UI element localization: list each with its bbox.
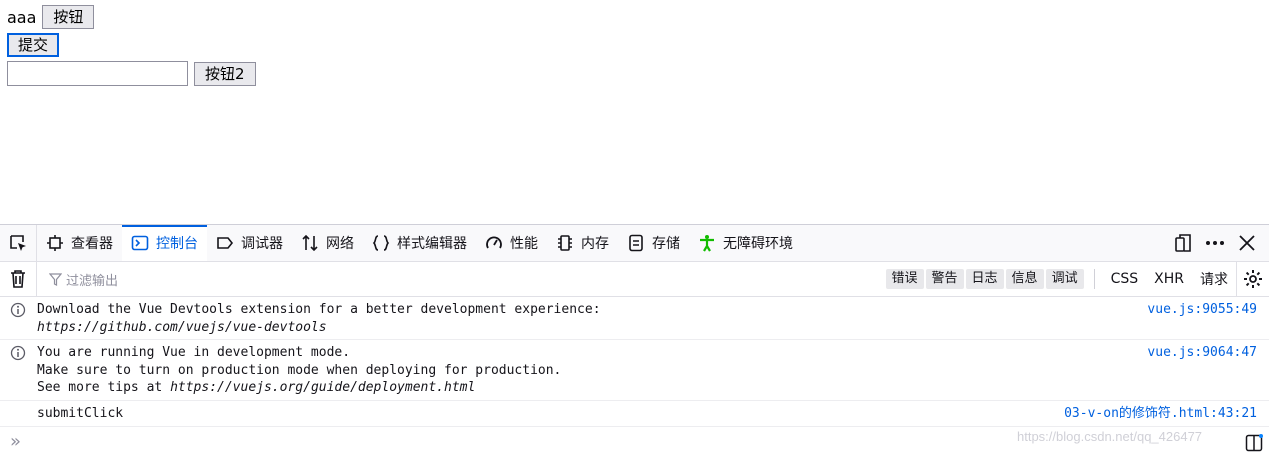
console-message: submitClick 03-v-on的修饰符.html:43:21 <box>0 401 1269 427</box>
text-aaa: aaa <box>7 8 36 27</box>
console-message: Download the Vue Devtools extension for … <box>0 297 1269 340</box>
devtools-toolbar: 查看器 控制台 调试器 网络 样式编辑器 性能 内存 存储 <box>0 225 1269 262</box>
tab-inspector[interactable]: 查看器 <box>37 225 122 261</box>
filter-warnings[interactable]: 警告 <box>926 269 964 289</box>
tab-performance[interactable]: 性能 <box>476 225 547 261</box>
info-icon <box>10 302 26 318</box>
tab-debugger[interactable]: 调试器 <box>207 225 292 261</box>
tab-label: 控制台 <box>156 233 198 253</box>
filter-css[interactable]: CSS <box>1103 271 1147 287</box>
web-page: aaa 按钮 提交 按钮2 <box>0 0 1269 224</box>
row-3: 按钮2 <box>7 61 256 86</box>
tab-label: 内存 <box>581 233 609 253</box>
filter-errors[interactable]: 错误 <box>886 269 924 289</box>
style-editor-icon <box>372 234 390 252</box>
filter-output-input[interactable]: 过滤输出 <box>37 270 118 289</box>
message-location-link[interactable]: vue.js:9055:49 <box>1147 301 1257 319</box>
filter-logs[interactable]: 日志 <box>966 269 1004 289</box>
message-location-link[interactable]: vue.js:9064:47 <box>1147 344 1257 362</box>
message-text: You are running Vue in development mode. <box>37 344 1269 362</box>
message-text: Make sure to turn on production mode whe… <box>37 362 1269 380</box>
tab-console[interactable]: 控制台 <box>122 225 207 261</box>
ellipsis-icon <box>1204 233 1226 253</box>
filter-xhr[interactable]: XHR <box>1146 271 1192 287</box>
tab-storage[interactable]: 存储 <box>618 225 689 261</box>
tab-label: 样式编辑器 <box>397 233 467 253</box>
trash-icon <box>9 269 27 289</box>
element-picker-icon <box>8 233 28 253</box>
close-devtools-button[interactable] <box>1233 229 1261 257</box>
button-2[interactable]: 按钮2 <box>194 62 256 86</box>
console-filter-bar: 过滤输出 错误 警告 日志 信息 调试 CSS XHR 请求 <box>0 262 1269 297</box>
element-picker-button[interactable] <box>0 225 37 261</box>
inspector-icon <box>46 234 64 252</box>
tab-label: 无障碍环境 <box>723 233 793 253</box>
message-location-link[interactable]: 03-v-on的修饰符.html:43:21 <box>1064 405 1257 423</box>
devtools-panel: 查看器 控制台 调试器 网络 样式编辑器 性能 内存 存储 <box>0 224 1269 457</box>
prompt-chevron-icon: » <box>10 433 21 451</box>
performance-icon <box>485 234 503 252</box>
more-options-button[interactable] <box>1201 229 1229 257</box>
memory-icon <box>556 234 574 252</box>
tab-accessibility[interactable]: 无障碍环境 <box>689 225 802 261</box>
filter-debug[interactable]: 调试 <box>1046 269 1084 289</box>
info-icon <box>10 345 26 361</box>
console-settings-button[interactable] <box>1236 262 1269 296</box>
tab-label: 查看器 <box>71 233 113 253</box>
filter-icon <box>49 273 62 286</box>
button-1[interactable]: 按钮 <box>42 5 94 29</box>
divider <box>1094 269 1095 289</box>
console-message: You are running Vue in development mode.… <box>0 340 1269 401</box>
submit-button[interactable]: 提交 <box>7 33 59 57</box>
console-input[interactable]: » https://blog.csdn.net/qq_426477 <box>0 427 1269 457</box>
row-1: aaa 按钮 <box>7 5 94 29</box>
log-level-filters: 错误 警告 日志 信息 调试 CSS XHR 请求 <box>886 262 1269 296</box>
gear-icon <box>1243 269 1263 289</box>
row-2: 提交 <box>7 33 59 57</box>
tab-label: 存储 <box>652 233 680 253</box>
filter-info[interactable]: 信息 <box>1006 269 1044 289</box>
tab-network[interactable]: 网络 <box>292 225 363 261</box>
tab-label: 性能 <box>510 233 538 253</box>
dock-icon <box>1173 233 1193 253</box>
debugger-icon <box>216 234 234 252</box>
storage-icon <box>627 234 645 252</box>
accessibility-icon <box>698 234 716 252</box>
message-link[interactable]: https://vuejs.org/guide/deployment.html <box>170 380 475 395</box>
console-icon <box>131 234 149 252</box>
message-text: See more tips at <box>37 380 170 395</box>
message-text: Download the Vue Devtools extension for … <box>37 301 1269 319</box>
editor-mode-icon[interactable] <box>1245 434 1263 452</box>
tab-memory[interactable]: 内存 <box>547 225 618 261</box>
tab-style-editor[interactable]: 样式编辑器 <box>363 225 476 261</box>
text-input[interactable] <box>7 61 188 86</box>
dock-toggle-button[interactable] <box>1169 229 1197 257</box>
tab-label: 网络 <box>326 233 354 253</box>
message-text-line: See more tips at https://vuejs.org/guide… <box>37 379 1269 397</box>
filter-requests[interactable]: 请求 <box>1192 269 1236 289</box>
message-link[interactable]: https://github.com/vuejs/vue-devtools <box>37 319 1269 337</box>
watermark-text: https://blog.csdn.net/qq_426477 <box>1017 429 1202 444</box>
filter-placeholder: 过滤输出 <box>66 270 118 289</box>
tab-label: 调试器 <box>241 233 283 253</box>
close-icon <box>1238 234 1256 252</box>
toolbar-right <box>1169 225 1269 261</box>
clear-console-button[interactable] <box>0 262 37 296</box>
network-icon <box>301 234 319 252</box>
